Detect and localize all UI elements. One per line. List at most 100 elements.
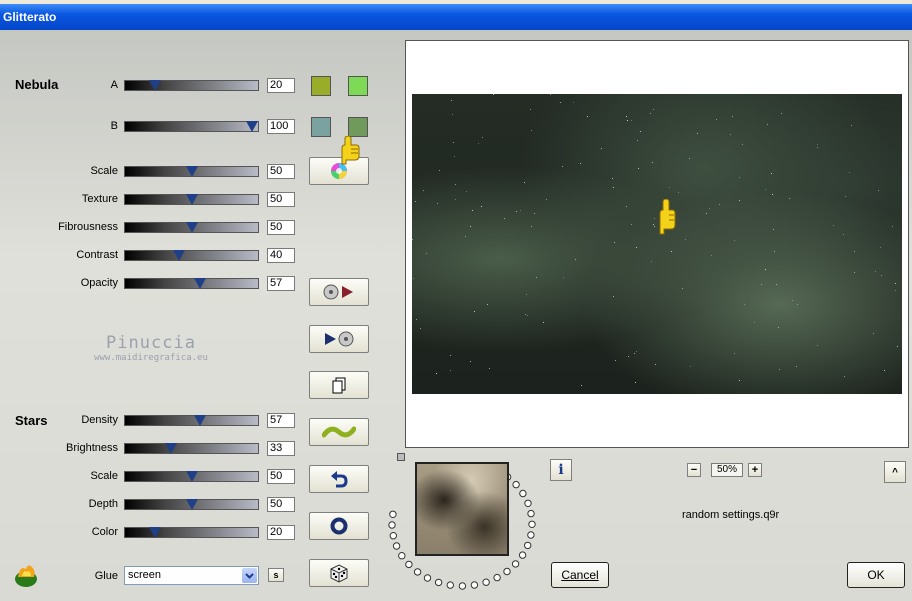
settings-filename: random settings.q9r: [682, 509, 780, 521]
nebula-slider-2[interactable]: [124, 166, 259, 177]
nebula-slider-1[interactable]: [124, 121, 259, 132]
slider-thumb[interactable]: [164, 443, 177, 454]
navigator-dot: [392, 542, 401, 550]
navigator-dot: [528, 520, 536, 528]
zoom-out-button[interactable]: −: [687, 463, 701, 477]
nebula-slider-5[interactable]: [124, 250, 259, 261]
nebula-value-field-2[interactable]: 50: [267, 164, 295, 179]
zoom-level: 50%: [711, 463, 743, 477]
preview-image[interactable]: [412, 94, 902, 394]
star-dot: [730, 134, 731, 135]
play-forward-button[interactable]: [309, 325, 369, 353]
nebula-color-b1-swatch[interactable]: [311, 117, 331, 137]
info-button[interactable]: i: [550, 459, 572, 481]
stars-value-field-2[interactable]: 50: [267, 469, 295, 484]
stars-value-field-0[interactable]: 57: [267, 413, 295, 428]
slider-thumb[interactable]: [246, 121, 258, 132]
stars-slider-2[interactable]: [124, 471, 259, 482]
nebula-value-field-1[interactable]: 100: [267, 119, 295, 134]
star-dot: [635, 382, 636, 383]
random-dice-button[interactable]: [309, 559, 369, 587]
star-dot: [550, 94, 551, 95]
nebula-color-b2-swatch[interactable]: [348, 117, 368, 137]
star-dot: [454, 156, 455, 157]
star-dot: [638, 168, 639, 169]
slider-thumb[interactable]: [193, 278, 206, 289]
star-dot: [754, 322, 755, 323]
star-dot: [778, 327, 779, 328]
stars-value-field-3[interactable]: 50: [267, 497, 295, 512]
star-dot: [817, 144, 818, 145]
star-dot: [563, 277, 564, 278]
chevron-down-icon[interactable]: [242, 568, 257, 583]
star-dot: [412, 239, 413, 240]
navigator-thumbnail[interactable]: [415, 462, 509, 556]
star-dot: [453, 142, 454, 143]
nebula-color-a1-swatch[interactable]: [311, 76, 331, 96]
slider-thumb[interactable]: [149, 527, 162, 538]
stars-slider-4[interactable]: [124, 527, 259, 538]
star-dot: [655, 364, 656, 365]
star-dot: [413, 278, 414, 279]
ring-button[interactable]: [309, 512, 369, 540]
star-dot: [627, 120, 628, 121]
navigator-dot: [503, 567, 511, 576]
zoom-in-button[interactable]: +: [748, 463, 762, 477]
nebula-2-label: Scale: [90, 165, 118, 177]
star-dot: [478, 143, 479, 144]
stars-slider-3[interactable]: [124, 499, 259, 510]
stars-value-field-4[interactable]: 20: [267, 525, 295, 540]
stars-slider-1[interactable]: [124, 443, 259, 454]
slider-thumb[interactable]: [149, 80, 162, 91]
star-dot: [773, 229, 774, 230]
stars-value-field-1[interactable]: 33: [267, 441, 295, 456]
copy-button[interactable]: [309, 371, 369, 399]
star-dot: [709, 208, 710, 209]
star-dot: [520, 210, 521, 211]
nebula-value-field-6[interactable]: 57: [267, 276, 295, 291]
star-dot: [415, 201, 416, 202]
wave-button[interactable]: [309, 418, 369, 446]
play-reverse-button[interactable]: [309, 278, 369, 306]
cancel-button[interactable]: Cancel: [551, 562, 609, 588]
undo-button[interactable]: [309, 465, 369, 493]
slider-thumb[interactable]: [185, 499, 198, 510]
nebula-slider-6[interactable]: [124, 278, 259, 289]
star-dot: [652, 162, 653, 163]
slider-thumb[interactable]: [193, 415, 206, 426]
slider-thumb[interactable]: [185, 194, 198, 205]
nebula-slider-4[interactable]: [124, 222, 259, 233]
slider-thumb[interactable]: [185, 471, 198, 482]
star-dot: [739, 177, 740, 178]
navigator-handle[interactable]: [397, 453, 405, 461]
stars-slider-0[interactable]: [124, 415, 259, 426]
star-dot: [614, 242, 615, 243]
cancel-label: Cancel: [561, 568, 599, 582]
slider-thumb[interactable]: [185, 222, 198, 233]
slider-thumb[interactable]: [185, 166, 198, 177]
star-dot: [817, 147, 818, 148]
nebula-value-field-0[interactable]: 20: [267, 78, 295, 93]
nebula-slider-0[interactable]: [124, 80, 259, 91]
nebula-value-field-5[interactable]: 40: [267, 248, 295, 263]
slider-thumb[interactable]: [173, 250, 186, 261]
glue-select[interactable]: screen: [124, 566, 259, 585]
star-dot: [734, 353, 735, 354]
star-dot: [685, 239, 686, 240]
star-dot: [613, 296, 614, 297]
nebula-color-a2-swatch[interactable]: [348, 76, 368, 96]
collapse-button[interactable]: ^: [884, 461, 906, 483]
nebula-0-label: A: [110, 79, 118, 91]
navigator-dot: [470, 581, 479, 589]
glue-s-button[interactable]: s: [268, 568, 284, 582]
nebula-value-field-3[interactable]: 50: [267, 192, 295, 207]
ok-button[interactable]: OK: [847, 562, 905, 588]
star-dot: [612, 178, 613, 179]
star-dot: [833, 225, 834, 226]
nebula-slider-3[interactable]: [124, 194, 259, 205]
star-dot: [631, 120, 632, 121]
nebula-value-field-4[interactable]: 50: [267, 220, 295, 235]
star-dot: [526, 294, 527, 295]
star-dot: [767, 124, 768, 125]
pointing-hand-icon: [659, 199, 676, 235]
